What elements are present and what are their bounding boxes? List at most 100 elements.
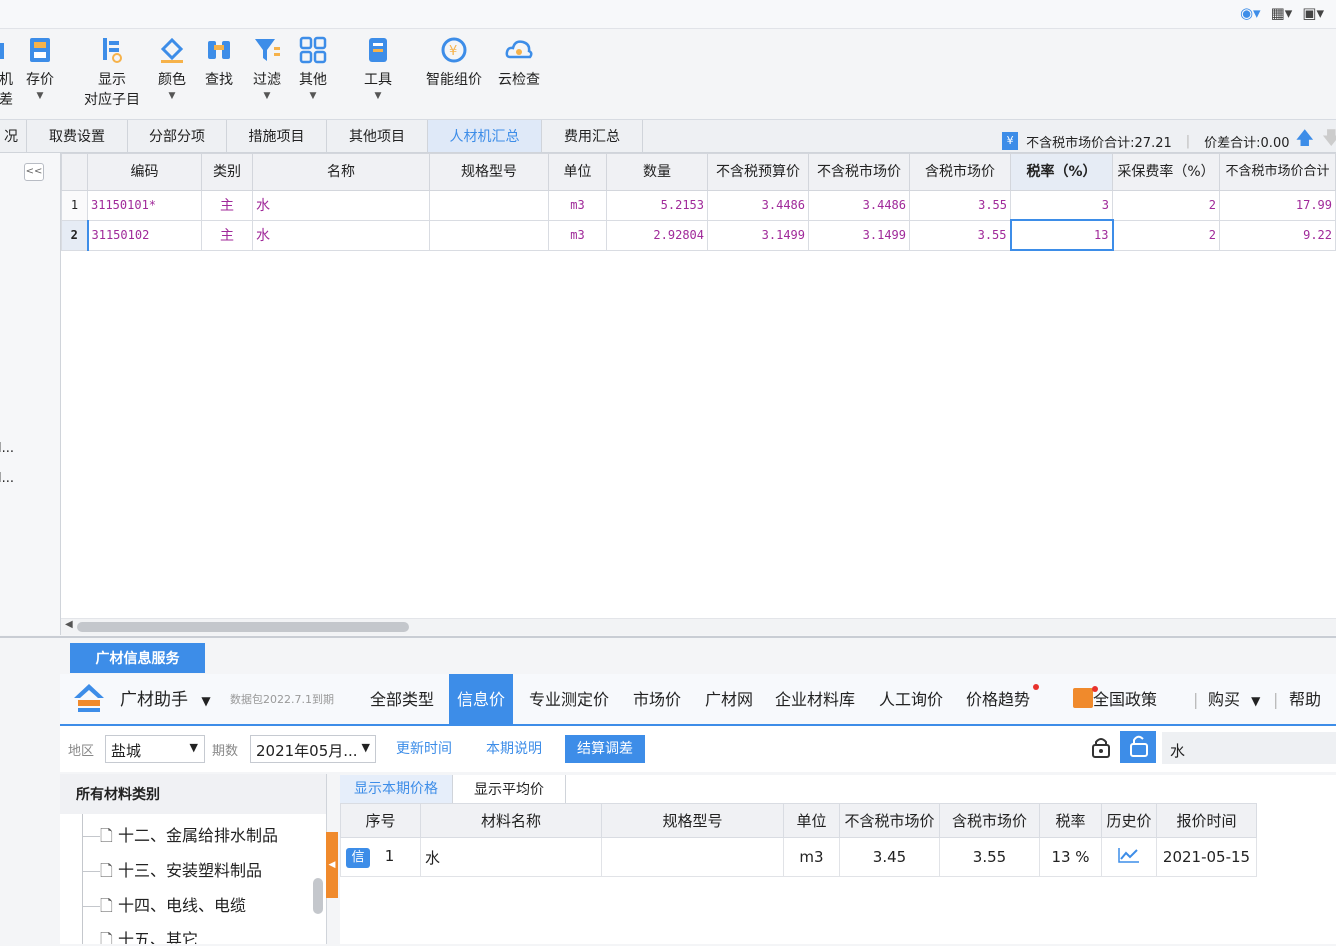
row-number[interactable]: 2	[61, 219, 88, 251]
arrow-up-icon[interactable]: 🡅	[1295, 126, 1314, 156]
window-menu-icon[interactable]: ▣▾	[1302, 4, 1324, 22]
tab-info-price[interactable]: 信息价	[449, 674, 514, 724]
arrow-down-icon[interactable]: 🡇	[1322, 126, 1336, 156]
collapse-button[interactable]: <<	[24, 163, 44, 181]
service-tab[interactable]: 广材信息服务	[70, 643, 205, 673]
column-header-active[interactable]: 税率（%）	[1010, 153, 1113, 191]
column-header[interactable]: 编码	[87, 153, 202, 191]
chevron-down-icon[interactable]: ▼	[360, 91, 396, 101]
type-cell[interactable]: 主	[201, 190, 253, 221]
column-header[interactable]: 规格型号	[601, 803, 784, 838]
table-row[interactable]: 信 1 水 m3 3.45 3.55 13 % 2021-05-15	[340, 837, 1257, 877]
market-price-cell[interactable]: 3.45	[839, 837, 940, 877]
buy-menu[interactable]: 购买 ▼	[1208, 674, 1260, 724]
tax-rate-cell[interactable]: 3	[1010, 190, 1113, 221]
column-header[interactable]: 类别	[201, 153, 253, 191]
region-select[interactable]: 盐城 ▼	[105, 735, 205, 763]
trend-chart-icon[interactable]	[1117, 846, 1141, 864]
column-header[interactable]: 采保费率（%）	[1112, 153, 1220, 191]
column-header[interactable]: 单位	[783, 803, 840, 838]
tab-average-price[interactable]: 显示平均价	[453, 775, 566, 803]
column-header[interactable]: 含税市场价	[939, 803, 1040, 838]
chevron-down-icon[interactable]: ▼	[296, 91, 330, 101]
column-header[interactable]: 报价时间	[1156, 803, 1257, 838]
tab-market-price[interactable]: 市场价	[633, 674, 681, 724]
update-time-button[interactable]: 更新时间	[388, 735, 460, 763]
headset-icon[interactable]: ◉▾	[1240, 4, 1261, 22]
category-item[interactable]: 🗋 十二、金属给排水制品	[82, 822, 278, 852]
assistant-menu[interactable]: 广材助手 ▼	[120, 674, 211, 724]
period-select[interactable]: 2021年05月... ▼	[250, 735, 376, 763]
other-button[interactable]: 其他 ▼	[296, 35, 330, 101]
category-item[interactable]: 🗋 十四、电线、电缆	[82, 892, 246, 922]
material-name-cell[interactable]: 水	[420, 837, 602, 877]
tax-rate-cell-selected[interactable]: 13	[1009, 219, 1114, 251]
tax-rate-cell[interactable]: 13 %	[1039, 837, 1102, 877]
column-header[interactable]: 历史价	[1101, 803, 1157, 838]
collapse-handle[interactable]: ◀	[326, 832, 338, 898]
market-total-cell[interactable]: 9.22	[1219, 219, 1336, 251]
category-item[interactable]: 🗋 十五、其它	[100, 926, 198, 944]
tab-cost-summary[interactable]: 费用汇总	[542, 120, 643, 152]
column-header[interactable]: 序号	[340, 803, 421, 838]
settle-adjust-button[interactable]: 结算调差	[565, 735, 645, 763]
column-header[interactable]: 含税市场价	[909, 153, 1011, 191]
tax-market-price-cell[interactable]: 3.55	[939, 837, 1040, 877]
help-menu[interactable]: 帮助	[1289, 674, 1321, 724]
period-note-button[interactable]: 本期说明	[478, 735, 550, 763]
column-header[interactable]: 不含税市场价	[839, 803, 940, 838]
code-cell[interactable]: 31150101*	[87, 190, 202, 221]
search-input[interactable]: 水	[1162, 732, 1336, 764]
lock-icon[interactable]	[1092, 736, 1110, 758]
tab-labor-inquiry[interactable]: 人工询价	[879, 674, 943, 724]
tab-price-trend[interactable]: 价格趋势	[966, 674, 1030, 724]
spec-cell[interactable]	[601, 837, 784, 877]
category-item[interactable]: 🗋 十三、安装塑料制品	[82, 857, 262, 887]
budget-price-cell[interactable]: 3.1499	[707, 219, 809, 251]
seq-cell[interactable]: 信 1	[340, 837, 421, 877]
tax-market-price-cell[interactable]: 3.55	[909, 219, 1011, 251]
machine-diff-button[interactable]: 机 差	[0, 35, 16, 109]
tab-labor-material-summary[interactable]: 人材机汇总	[428, 120, 542, 152]
quote-date-cell[interactable]: 2021-05-15	[1156, 837, 1257, 877]
scroll-thumb[interactable]	[77, 622, 409, 632]
color-button[interactable]: 颜色 ▼	[155, 35, 189, 101]
column-header[interactable]: 名称	[252, 153, 430, 191]
tab-guangcai-net[interactable]: 广材网	[705, 674, 753, 724]
qty-cell[interactable]: 2.92804	[606, 219, 708, 251]
column-header[interactable]: 数量	[606, 153, 708, 191]
scroll-left-icon[interactable]: ◀	[65, 619, 73, 630]
table-row[interactable]: 1 31150101* 主 水 m3 5.2153 3.4486 3.4486 …	[61, 190, 1336, 221]
budget-price-cell[interactable]: 3.4486	[707, 190, 809, 221]
tab-enterprise-library[interactable]: 企业材料库	[775, 674, 855, 724]
row-number[interactable]: 1	[61, 190, 88, 221]
left-item-2[interactable]: l...	[0, 471, 14, 486]
unit-cell[interactable]: m3	[548, 190, 607, 221]
spec-cell[interactable]	[429, 190, 549, 221]
find-button[interactable]: 查找	[202, 35, 236, 89]
chevron-down-icon[interactable]: ▼	[155, 91, 189, 101]
column-header[interactable]: 规格型号	[429, 153, 549, 191]
tab-all-types[interactable]: 全部类型	[370, 674, 434, 724]
name-cell[interactable]: 水	[252, 190, 430, 221]
type-cell[interactable]: 主	[201, 219, 253, 251]
tab-current-price[interactable]: 显示本期价格	[340, 775, 453, 803]
column-header[interactable]: 单位	[548, 153, 607, 191]
column-header[interactable]: 税率	[1039, 803, 1102, 838]
column-header[interactable]: 不含税市场价	[808, 153, 910, 191]
tax-market-price-cell[interactable]: 3.55	[909, 190, 1011, 221]
cloud-check-button[interactable]: 云检查	[494, 35, 544, 89]
unlock-icon[interactable]	[1120, 731, 1156, 763]
column-header[interactable]: 材料名称	[420, 803, 602, 838]
unit-cell[interactable]: m3	[783, 837, 840, 877]
fee-rate-cell[interactable]: 2	[1112, 190, 1220, 221]
history-cell[interactable]	[1101, 837, 1157, 877]
code-cell[interactable]: 31150102	[86, 219, 202, 251]
left-item-1[interactable]: l...	[0, 441, 14, 456]
save-price-button[interactable]: 存价 ▼	[24, 35, 56, 101]
tab-subdivision[interactable]: 分部分项	[128, 120, 227, 152]
market-total-cell[interactable]: 17.99	[1219, 190, 1336, 221]
tab-fee-settings[interactable]: 取费设置	[27, 120, 128, 152]
filter-button[interactable]: 过滤 ▼	[250, 35, 284, 101]
name-cell[interactable]: 水	[252, 219, 430, 251]
